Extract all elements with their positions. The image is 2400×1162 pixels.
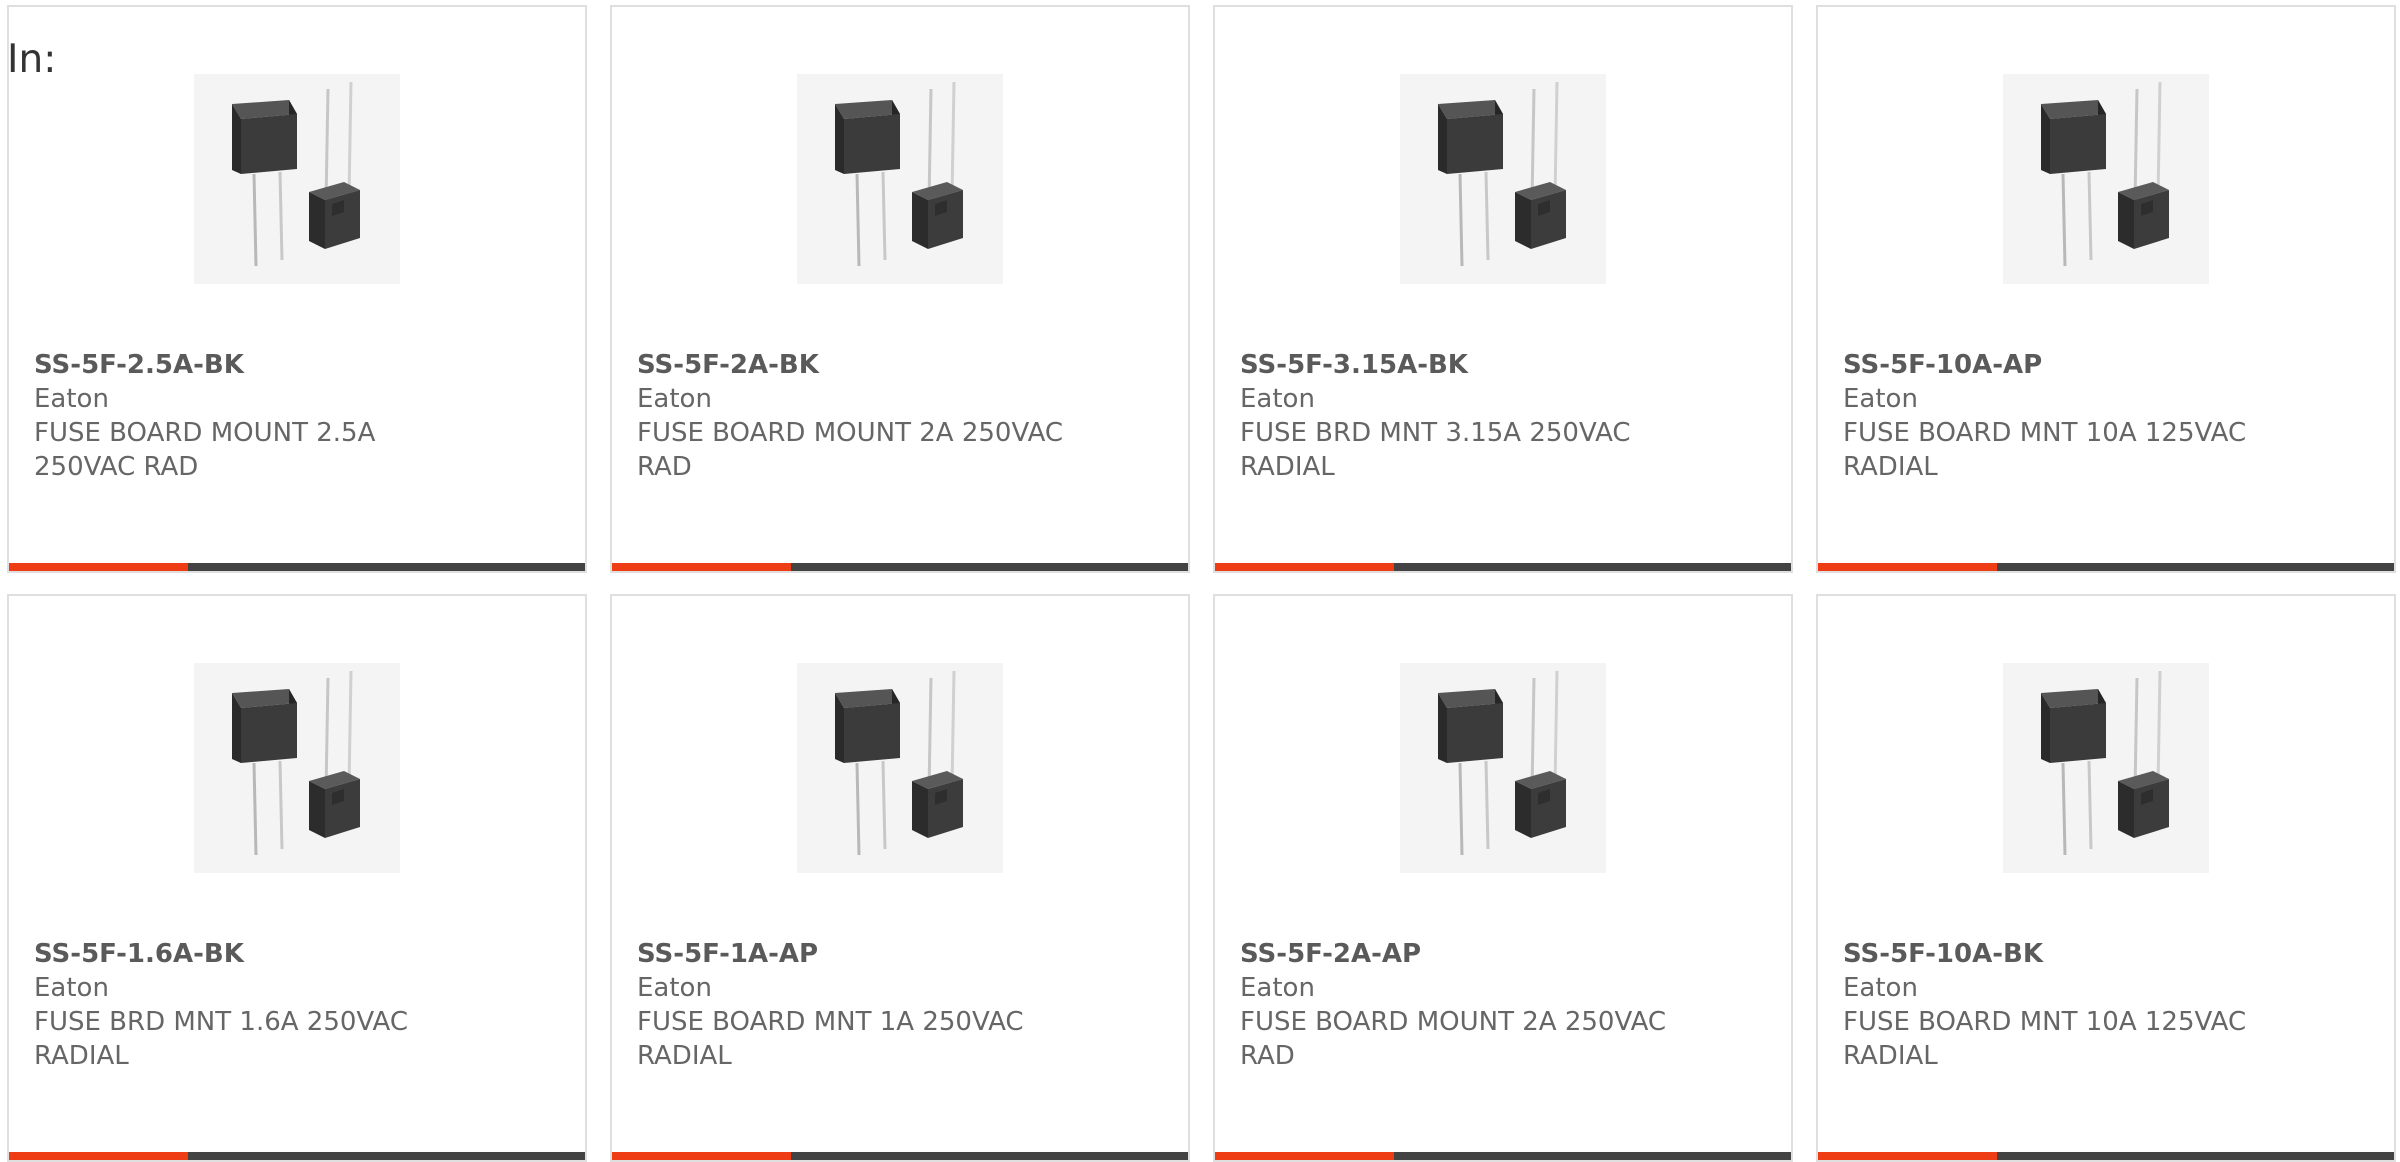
product-info: SS-5F-10A-BK Eaton FUSE BOARD MNT 10A 12… xyxy=(1843,937,2283,1073)
part-number-link[interactable]: SS-5F-2A-AP xyxy=(1240,937,1680,971)
part-number-link[interactable]: SS-5F-10A-BK xyxy=(1843,937,2283,971)
part-number-link[interactable]: SS-5F-2.5A-BK xyxy=(34,348,474,382)
manufacturer-label: Eaton xyxy=(637,384,712,414)
part-number-link[interactable]: SS-5F-1.6A-BK xyxy=(34,937,474,971)
product-description: FUSE BRD MNT 3.15A 250VAC RADIAL xyxy=(1240,418,1631,482)
product-card[interactable]: SS-5F-3.15A-BK Eaton FUSE BRD MNT 3.15A … xyxy=(1213,5,1793,573)
product-card[interactable]: SS-5F-10A-AP Eaton FUSE BOARD MNT 10A 12… xyxy=(1816,5,2396,573)
product-description: FUSE BOARD MOUNT 2A 250VAC RAD xyxy=(637,418,1064,482)
product-description: FUSE BOARD MOUNT 2.5A 250VAC RAD xyxy=(34,418,376,482)
manufacturer-label: Eaton xyxy=(1240,973,1315,1003)
product-info: SS-5F-1.6A-BK Eaton FUSE BRD MNT 1.6A 25… xyxy=(34,937,474,1073)
part-number-link[interactable]: SS-5F-1A-AP xyxy=(637,937,1077,971)
card-accent-bar xyxy=(1215,563,1791,571)
manufacturer-label: Eaton xyxy=(1843,384,1918,414)
card-accent-bar xyxy=(612,1152,1188,1160)
manufacturer-label: Eaton xyxy=(34,384,109,414)
card-accent-bar xyxy=(1818,563,2394,571)
product-card[interactable]: SS-5F-1A-AP Eaton FUSE BOARD MNT 1A 250V… xyxy=(610,594,1190,1162)
fuse-image-icon xyxy=(2003,663,2209,873)
part-number-link[interactable]: SS-5F-3.15A-BK xyxy=(1240,348,1680,382)
product-card[interactable]: SS-5F-2A-BK Eaton FUSE BOARD MOUNT 2A 25… xyxy=(610,5,1190,573)
filter-prefix-label: In: xyxy=(7,37,57,82)
fuse-image-icon xyxy=(2003,74,2209,284)
manufacturer-label: Eaton xyxy=(34,973,109,1003)
product-card[interactable]: SS-5F-2A-AP Eaton FUSE BOARD MOUNT 2A 25… xyxy=(1213,594,1793,1162)
manufacturer-label: Eaton xyxy=(1843,973,1918,1003)
part-number-link[interactable]: SS-5F-10A-AP xyxy=(1843,348,2283,382)
product-grid: SS-5F-2.5A-BK Eaton FUSE BOARD MOUNT 2.5… xyxy=(7,5,2396,1162)
card-accent-bar xyxy=(9,563,585,571)
fuse-image-icon xyxy=(1400,663,1606,873)
fuse-image-icon xyxy=(1400,74,1606,284)
card-accent-bar xyxy=(1215,1152,1791,1160)
product-info: SS-5F-1A-AP Eaton FUSE BOARD MNT 1A 250V… xyxy=(637,937,1077,1073)
product-description: FUSE BOARD MNT 10A 125VAC RADIAL xyxy=(1843,418,2247,482)
accent-fill xyxy=(1215,1152,1394,1160)
part-number-link[interactable]: SS-5F-2A-BK xyxy=(637,348,1077,382)
product-card[interactable]: SS-5F-2.5A-BK Eaton FUSE BOARD MOUNT 2.5… xyxy=(7,5,587,573)
manufacturer-label: Eaton xyxy=(637,973,712,1003)
accent-fill xyxy=(612,1152,791,1160)
product-description: FUSE BOARD MOUNT 2A 250VAC RAD xyxy=(1240,1007,1667,1071)
accent-fill xyxy=(1818,1152,1997,1160)
accent-fill xyxy=(9,563,188,571)
product-description: FUSE BRD MNT 1.6A 250VAC RADIAL xyxy=(34,1007,409,1071)
product-card[interactable]: SS-5F-1.6A-BK Eaton FUSE BRD MNT 1.6A 25… xyxy=(7,594,587,1162)
product-card[interactable]: SS-5F-10A-BK Eaton FUSE BOARD MNT 10A 12… xyxy=(1816,594,2396,1162)
product-info: SS-5F-3.15A-BK Eaton FUSE BRD MNT 3.15A … xyxy=(1240,348,1680,484)
product-info: SS-5F-2A-BK Eaton FUSE BOARD MOUNT 2A 25… xyxy=(637,348,1077,484)
fuse-image-icon xyxy=(194,74,400,284)
accent-fill xyxy=(9,1152,188,1160)
product-info: SS-5F-2.5A-BK Eaton FUSE BOARD MOUNT 2.5… xyxy=(34,348,474,484)
accent-fill xyxy=(1818,563,1997,571)
accent-fill xyxy=(1215,563,1394,571)
manufacturer-label: Eaton xyxy=(1240,384,1315,414)
product-description: FUSE BOARD MNT 10A 125VAC RADIAL xyxy=(1843,1007,2247,1071)
card-accent-bar xyxy=(9,1152,585,1160)
product-description: FUSE BOARD MNT 1A 250VAC RADIAL xyxy=(637,1007,1024,1071)
accent-fill xyxy=(612,563,791,571)
card-accent-bar xyxy=(612,563,1188,571)
card-accent-bar xyxy=(1818,1152,2394,1160)
fuse-image-icon xyxy=(194,663,400,873)
fuse-image-icon xyxy=(797,74,1003,284)
product-info: SS-5F-2A-AP Eaton FUSE BOARD MOUNT 2A 25… xyxy=(1240,937,1680,1073)
product-info: SS-5F-10A-AP Eaton FUSE BOARD MNT 10A 12… xyxy=(1843,348,2283,484)
fuse-image-icon xyxy=(797,663,1003,873)
